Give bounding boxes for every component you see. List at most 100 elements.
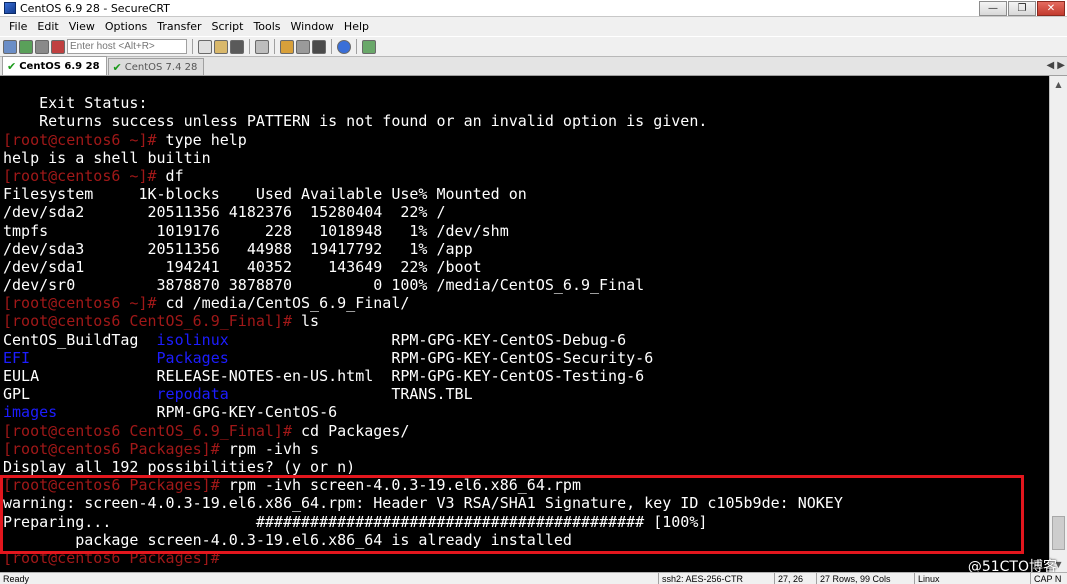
tab-scroll-arrows-icon[interactable]: ◀ ▶ bbox=[1046, 60, 1065, 71]
session-tab[interactable]: ✔ CentOS 6.9 28 bbox=[2, 56, 107, 75]
help-icon[interactable] bbox=[337, 39, 351, 54]
menu-options[interactable]: Options bbox=[100, 20, 152, 33]
terminal-text: warning: screen-4.0.3-19.el6.x86_64.rpm:… bbox=[3, 494, 843, 513]
shell-prompt: [root@centos6 ~]# bbox=[3, 294, 157, 313]
terminal-text: help is a shell builtin bbox=[3, 148, 211, 167]
sftp-icon[interactable] bbox=[362, 39, 376, 54]
terminal-text: CentOS_BuildTag bbox=[3, 330, 157, 349]
menu-window[interactable]: Window bbox=[286, 20, 339, 33]
session-tab-bar: ✔ CentOS 6.9 28 ✔ CentOS 7.4 28 ◀ ▶ bbox=[0, 56, 1067, 76]
terminal-line: Preparing... ###########################… bbox=[0, 513, 1049, 531]
terminal-line: GPL repodata TRANS.TBL bbox=[0, 385, 1049, 403]
disconnect-icon[interactable] bbox=[51, 39, 65, 54]
shell-prompt: [root@centos6 CentOS_6.9_Final]# bbox=[3, 421, 292, 440]
enter-host-input[interactable] bbox=[67, 39, 187, 54]
terminal-line: package screen-4.0.3-19.el6.x86_64 is al… bbox=[0, 531, 1049, 549]
terminal-text: Filesystem 1K-blocks Used Available Use%… bbox=[3, 185, 527, 204]
terminal-line: /dev/sda2 20511356 4182376 15280404 22% … bbox=[0, 203, 1049, 221]
terminal-scrollbar[interactable]: ▲ ▼ bbox=[1049, 76, 1067, 572]
close-button[interactable]: ✕ bbox=[1037, 1, 1065, 16]
menu-script[interactable]: Script bbox=[207, 20, 249, 33]
global-options-icon[interactable] bbox=[296, 39, 310, 54]
scroll-up-icon[interactable]: ▲ bbox=[1050, 76, 1067, 92]
terminal-line: [root@centos6 Packages]# bbox=[0, 549, 1049, 567]
directory-name: EFI bbox=[3, 348, 31, 367]
session-tab-label: CentOS 6.9 28 bbox=[19, 60, 100, 72]
session-options-icon[interactable] bbox=[280, 39, 294, 54]
toolbar-separator bbox=[249, 39, 250, 54]
terminal-text: type help bbox=[156, 130, 247, 149]
terminal-line: Exit Status: bbox=[0, 94, 1049, 112]
status-os: Linux bbox=[914, 573, 954, 584]
scroll-thumb[interactable] bbox=[1052, 516, 1065, 550]
terminal-output[interactable]: Exit Status: Returns success unless PATT… bbox=[0, 76, 1049, 572]
terminal-line: [root@centos6 ~]# type help bbox=[0, 131, 1049, 149]
minimize-button[interactable]: — bbox=[979, 1, 1007, 16]
terminal-line: /dev/sda3 20511356 44988 19417792 1% /ap… bbox=[0, 240, 1049, 258]
status-caps: CAP N bbox=[1030, 573, 1067, 584]
copy-icon[interactable] bbox=[198, 39, 212, 54]
terminal-text: /dev/sda1 194241 40352 143649 22% /boot bbox=[3, 257, 482, 276]
menu-edit[interactable]: Edit bbox=[32, 20, 63, 33]
terminal-text: Returns success unless PATTERN is not fo… bbox=[3, 112, 708, 131]
window-title: CentOS 6.9 28 - SecureCRT bbox=[20, 1, 170, 15]
terminal-line: images RPM-GPG-KEY-CentOS-6 bbox=[0, 403, 1049, 421]
terminal-text: cd /media/CentOS_6.9_Final/ bbox=[156, 294, 410, 313]
terminal-text: /dev/sr0 3878870 3878870 0 100% /media/C… bbox=[3, 276, 645, 295]
terminal-line: [root@centos6 CentOS_6.9_Final]# cd Pack… bbox=[0, 422, 1049, 440]
terminal-text: df bbox=[156, 166, 184, 185]
terminal-line: [root@centos6 ~]# df bbox=[0, 167, 1049, 185]
menu-file[interactable]: File bbox=[4, 20, 32, 33]
shell-prompt: [root@centos6 Packages]# bbox=[3, 439, 220, 458]
terminal-text: RPM-GPG-KEY-CentOS-Security-6 bbox=[228, 348, 654, 367]
terminal-text: TRANS.TBL bbox=[228, 385, 473, 404]
terminal-text: package screen-4.0.3-19.el6.x86_64 is al… bbox=[3, 530, 572, 549]
status-bar: Ready ssh2: AES-256-CTR 27, 26 27 Rows, … bbox=[0, 572, 1067, 584]
shell-prompt: [root@centos6 ~]# bbox=[3, 130, 157, 149]
window-controls: — ❐ ✕ bbox=[979, 1, 1065, 16]
terminal-text: cd Packages/ bbox=[291, 421, 410, 440]
reconnect-icon[interactable] bbox=[35, 39, 49, 54]
terminal-text: ls bbox=[291, 312, 320, 331]
terminal-text: GPL bbox=[3, 385, 157, 404]
terminal-line: EFI Packages RPM-GPG-KEY-CentOS-Security… bbox=[0, 349, 1049, 367]
terminal-line: [root@centos6 Packages]# rpm -ivh s bbox=[0, 440, 1049, 458]
title-bar: CentOS 6.9 28 - SecureCRT — ❐ ✕ bbox=[0, 0, 1067, 17]
terminal-line: warning: screen-4.0.3-19.el6.x86_64.rpm:… bbox=[0, 494, 1049, 512]
menu-view[interactable]: View bbox=[64, 20, 100, 33]
terminal-text: Preparing... ###########################… bbox=[3, 512, 708, 531]
session-tab[interactable]: ✔ CentOS 7.4 28 bbox=[107, 58, 205, 75]
terminal-line: /dev/sr0 3878870 3878870 0 100% /media/C… bbox=[0, 276, 1049, 294]
securecrt-app-icon bbox=[4, 2, 16, 14]
terminal-text: /dev/sda2 20511356 4182376 15280404 22% … bbox=[3, 203, 446, 222]
menu-help[interactable]: Help bbox=[339, 20, 374, 33]
terminal-text: RPM-GPG-KEY-CentOS-Debug-6 bbox=[228, 330, 627, 349]
terminal-line: Filesystem 1K-blocks Used Available Use%… bbox=[0, 185, 1049, 203]
directory-name: isolinux bbox=[156, 330, 229, 349]
menu-tools[interactable]: Tools bbox=[248, 20, 285, 33]
directory-name: images bbox=[3, 403, 58, 422]
terminal-line: Returns success unless PATTERN is not fo… bbox=[0, 112, 1049, 130]
terminal-text: EULA RELEASE-NOTES-en-US.html RPM-GPG-KE… bbox=[3, 367, 645, 385]
find-icon[interactable] bbox=[230, 39, 244, 54]
toolbar-separator bbox=[274, 39, 275, 54]
toolbar-separator bbox=[192, 39, 193, 54]
terminal-line: /dev/sda1 194241 40352 143649 22% /boot bbox=[0, 258, 1049, 276]
quick-connect-icon[interactable] bbox=[19, 39, 33, 54]
directory-name: repodata bbox=[156, 385, 229, 404]
shell-prompt: [root@centos6 CentOS_6.9_Final]# bbox=[3, 312, 292, 331]
paste-icon[interactable] bbox=[214, 39, 228, 54]
menu-transfer[interactable]: Transfer bbox=[152, 20, 206, 33]
toolbar-separator bbox=[356, 39, 357, 54]
toolbar-separator bbox=[331, 39, 332, 54]
terminal-line: [root@centos6 CentOS_6.9_Final]# ls bbox=[0, 312, 1049, 330]
connect-icon[interactable] bbox=[3, 39, 17, 54]
terminal-text: Display all 192 possibilities? (y or n) bbox=[3, 457, 356, 476]
terminal-line: [root@centos6 ~]# cd /media/CentOS_6.9_F… bbox=[0, 294, 1049, 312]
print-icon[interactable] bbox=[255, 39, 269, 54]
maximize-button[interactable]: ❐ bbox=[1008, 1, 1036, 16]
menu-bar: File Edit View Options Transfer Script Tools Wi… bbox=[0, 17, 1067, 36]
toolbar bbox=[0, 36, 1067, 57]
keymap-icon[interactable] bbox=[312, 39, 326, 54]
